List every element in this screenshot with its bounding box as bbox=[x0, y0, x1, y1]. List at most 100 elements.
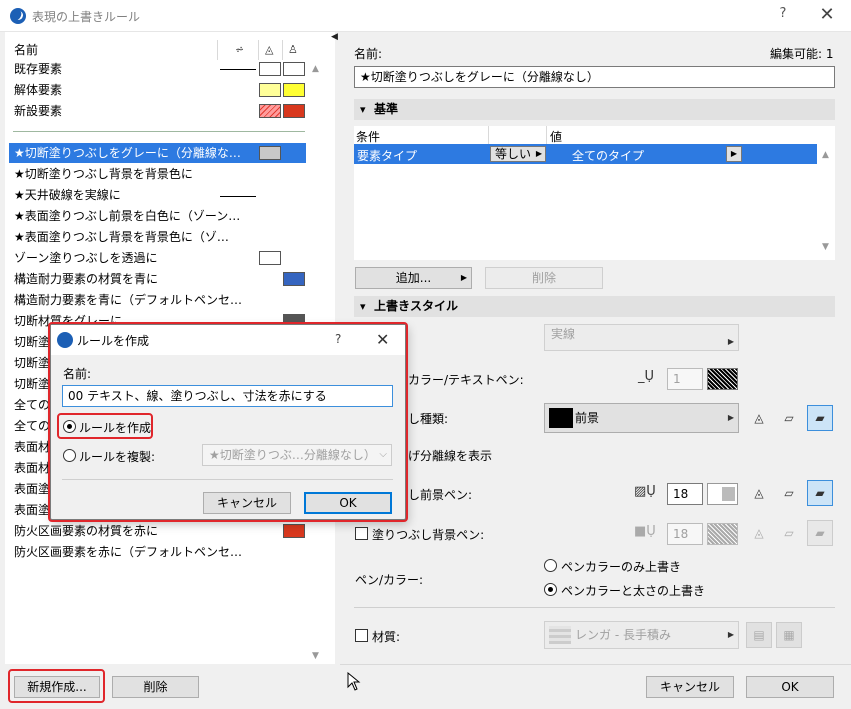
pen-color-weight-radio[interactable] bbox=[544, 583, 557, 596]
cut-fill-icon[interactable]: ◬ bbox=[746, 520, 772, 546]
rule-item[interactable]: 構造耐力要素を青に（デフォルトペンセ… bbox=[14, 290, 242, 310]
rule-item[interactable]: 防火区画要素を赤に（デフォルトペンセ… bbox=[14, 542, 242, 562]
delete-criteria-button[interactable]: 削除 bbox=[485, 267, 603, 289]
material-label: 材質: bbox=[372, 630, 401, 644]
rule-item[interactable]: ★切断塗りつぶしをグレーに（分離線な… bbox=[14, 143, 241, 163]
surface-fill-icon[interactable]: ▰ bbox=[807, 405, 833, 431]
close-button[interactable]: ✕ bbox=[816, 4, 838, 26]
pen-color-only-radio[interactable] bbox=[544, 559, 557, 572]
app-logo-icon bbox=[57, 332, 73, 348]
fill-swatch bbox=[283, 272, 305, 286]
criteria-table: 条件 値 要素タイプ 等しい ▶ 全てのタイプ ▶ ▲ ▼ bbox=[354, 126, 835, 260]
column-divider bbox=[546, 126, 547, 144]
hatch-pen-icon: ▨Ụ bbox=[634, 484, 656, 499]
fill-swatch bbox=[259, 104, 281, 118]
cancel-button[interactable]: キャンセル bbox=[646, 676, 734, 698]
dialog-name-label: 名前: bbox=[63, 367, 92, 381]
pen-column-icon: ♙ bbox=[288, 43, 298, 56]
rule-item[interactable]: 表面材 bbox=[14, 437, 50, 457]
collapse-arrow-icon[interactable]: ◀ bbox=[331, 32, 340, 46]
surface-fill-icon[interactable]: ▰ bbox=[807, 480, 833, 506]
rule-item[interactable]: 表面塗 bbox=[14, 500, 50, 520]
window-title: 表現の上書きルール bbox=[32, 10, 141, 24]
duplicate-source-dropdown[interactable]: ★切断塗りつぶ…分離線なし） ⌵ bbox=[202, 444, 392, 466]
editable-count: 編集可能: 1 bbox=[770, 47, 834, 61]
rule-item[interactable]: ★表面塗りつぶし前景を白色に（ゾーン… bbox=[14, 206, 240, 226]
fg-pen-label: し前景ペン: bbox=[408, 488, 473, 502]
cover-fill-icon[interactable]: ▱ bbox=[776, 520, 802, 546]
pen-color-swatch[interactable] bbox=[707, 368, 738, 390]
fg-pen-swatch[interactable] bbox=[707, 483, 738, 505]
material-settings-icon[interactable]: ▤ bbox=[746, 622, 772, 648]
fill-swatch bbox=[283, 62, 305, 76]
rule-item[interactable]: 全ての bbox=[14, 395, 50, 415]
material-checkbox[interactable] bbox=[355, 629, 368, 642]
cover-fill-icon[interactable]: ▱ bbox=[776, 480, 802, 506]
operator-value: 等しい bbox=[495, 147, 532, 161]
criteria-section-header[interactable]: 基準 bbox=[354, 99, 835, 120]
scroll-down-icon[interactable]: ▼ bbox=[822, 242, 829, 252]
dialog-name-field[interactable]: 00 テキスト、線、塗りつぶし、寸法を赤にする bbox=[62, 385, 393, 407]
override-style-section-header[interactable]: 上書きスタイル bbox=[354, 296, 835, 317]
state-row-new[interactable]: 新設要素 bbox=[14, 101, 62, 121]
scroll-down-icon[interactable]: ▼ bbox=[312, 651, 319, 661]
criteria-row[interactable]: 要素タイプ 等しい ▶ 全てのタイプ ▶ bbox=[354, 144, 817, 164]
cut-fill-icon[interactable]: ◬ bbox=[746, 480, 772, 506]
cut-fill-icon[interactable]: ◬ bbox=[746, 405, 772, 431]
rule-item[interactable]: 防火区画要素の材質を赤に bbox=[14, 521, 158, 541]
pen-icon: _Ụ bbox=[638, 369, 655, 384]
line-type-value: 実線 bbox=[551, 327, 576, 341]
material-swatch bbox=[549, 626, 571, 644]
fill-swatch bbox=[549, 408, 573, 428]
surface-fill-icon[interactable]: ▰ bbox=[807, 520, 833, 546]
cover-fill-icon[interactable]: ▱ bbox=[776, 405, 802, 431]
rule-item[interactable]: ★天井破線を実線に bbox=[14, 185, 121, 205]
scroll-up-icon[interactable]: ▲ bbox=[312, 64, 319, 74]
delete-rule-button[interactable]: 削除 bbox=[112, 676, 199, 698]
ok-button[interactable]: OK bbox=[746, 676, 834, 698]
rule-item[interactable]: 構造耐力要素の材質を青に bbox=[14, 269, 158, 289]
rule-item[interactable]: ゾーン塗りつぶしを透過に bbox=[14, 248, 158, 268]
state-row-demolish[interactable]: 解体要素 bbox=[14, 80, 62, 100]
dialog-close-button[interactable]: ✕ bbox=[376, 330, 389, 349]
material-dropdown[interactable]: レンガ - 長手積み ▶ bbox=[544, 621, 739, 649]
bg-pen-label: 塗りつぶし背景ペン: bbox=[372, 528, 485, 542]
fill-type-value: 前景 bbox=[575, 411, 600, 425]
bg-pen-swatch[interactable] bbox=[707, 523, 738, 545]
fill-type-dropdown[interactable]: 前景 ▶ bbox=[544, 403, 739, 433]
duplicate-rule-radio[interactable] bbox=[63, 449, 76, 462]
dialog-cancel-button[interactable]: キャンセル bbox=[203, 492, 291, 514]
bg-pen-checkbox[interactable] bbox=[355, 527, 368, 540]
dialog-title: ルールを作成 bbox=[77, 334, 150, 348]
criteria-value: 全てのタイプ bbox=[572, 149, 645, 163]
rule-item[interactable]: ★切断塗りつぶし背景を背景色に bbox=[14, 164, 193, 184]
app-logo-icon bbox=[10, 8, 26, 24]
override-style-title: 上書きスタイル bbox=[374, 299, 459, 313]
dialog-help-button[interactable]: ? bbox=[335, 332, 341, 346]
dialog-ok-button[interactable]: OK bbox=[304, 492, 392, 514]
material-value: レンガ - 長手積み bbox=[575, 628, 671, 642]
material-browse-icon[interactable]: ▦ bbox=[776, 622, 802, 648]
rule-item[interactable]: 切断塗 bbox=[14, 332, 50, 352]
rule-name-field[interactable]: ★切断塗りつぶしをグレーに（分離線なし） bbox=[354, 66, 835, 88]
rule-item[interactable]: 表面材 bbox=[14, 458, 50, 478]
add-criteria-button[interactable]: 追加... ▶ bbox=[355, 267, 472, 289]
rule-item[interactable]: 切断塗 bbox=[14, 353, 50, 373]
operator-dropdown[interactable]: 等しい ▶ bbox=[490, 146, 546, 162]
rule-item[interactable]: ★表面塗りつぶし背景を背景色に（ゾ… bbox=[14, 227, 229, 247]
scroll-up-icon[interactable]: ▲ bbox=[822, 150, 829, 160]
rule-item[interactable]: 全ての bbox=[14, 416, 50, 436]
value-picker-arrow-icon[interactable]: ▶ bbox=[726, 146, 742, 162]
mouse-cursor-icon bbox=[347, 672, 361, 691]
line-pen-field[interactable]: 1 bbox=[667, 368, 703, 390]
criteria-title: 基準 bbox=[374, 102, 399, 116]
rule-item[interactable]: 切断塗 bbox=[14, 374, 50, 394]
fill-swatch bbox=[283, 104, 305, 118]
line-type-dropdown[interactable]: 実線 ▶ bbox=[544, 324, 739, 351]
state-row-existing[interactable]: 既存要素 bbox=[14, 59, 62, 79]
add-criteria-label: 追加... bbox=[395, 271, 432, 285]
rule-item[interactable]: 表面塗 bbox=[14, 479, 50, 499]
fg-pen-field[interactable]: 18 bbox=[667, 483, 703, 505]
bg-pen-field[interactable]: 18 bbox=[667, 523, 703, 545]
help-button[interactable]: ? bbox=[773, 6, 793, 26]
